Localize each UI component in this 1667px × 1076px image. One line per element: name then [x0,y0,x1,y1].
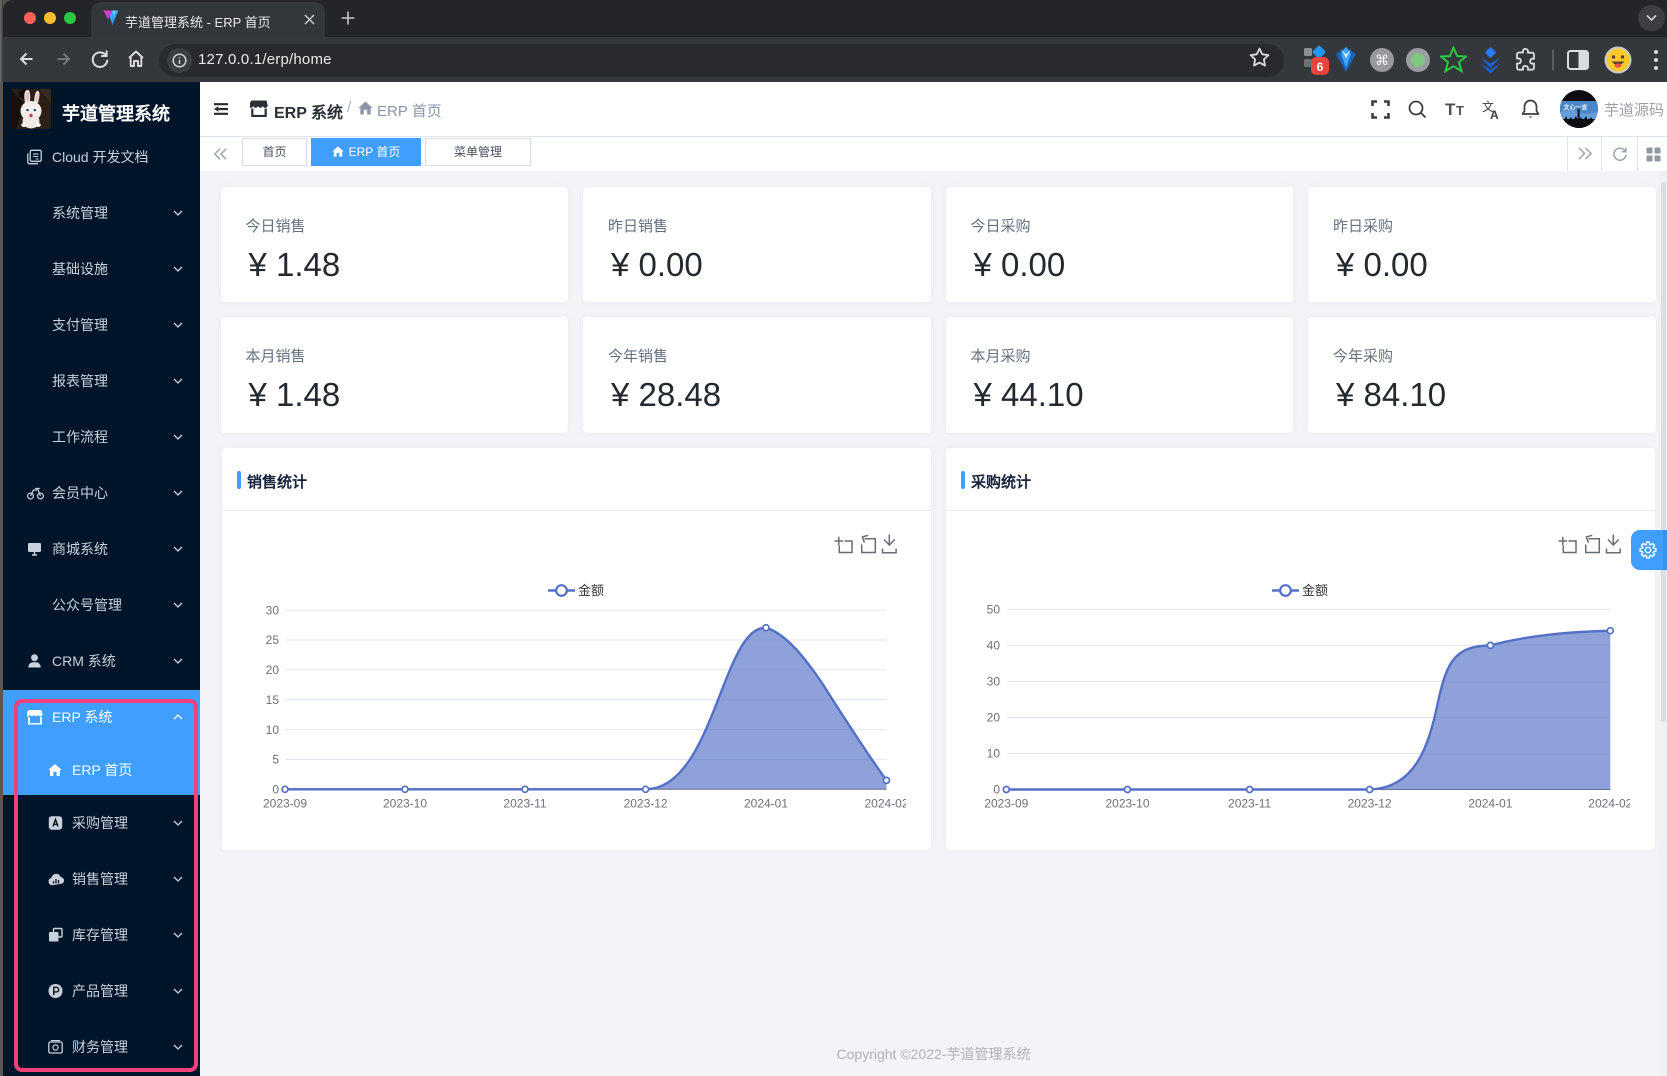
svg-text:2023-09: 2023-09 [263,797,307,811]
svg-text:2023-12: 2023-12 [1348,797,1392,811]
svg-text:6: 6 [1317,60,1324,74]
svg-text:金额: 金额 [578,583,604,598]
svg-text:T: T [1445,101,1456,118]
svg-text:0: 0 [272,783,279,797]
svg-text:30: 30 [987,675,1001,689]
svg-text:30: 30 [266,603,280,617]
svg-text:40: 40 [987,639,1001,653]
svg-text:文心一言: 文心一言 [1563,104,1588,112]
svg-text:2024-02: 2024-02 [1588,797,1630,811]
svg-text:2023-11: 2023-11 [503,797,546,811]
svg-text:10: 10 [266,723,280,737]
svg-text:T: T [1456,103,1464,118]
svg-text:20: 20 [266,663,280,677]
svg-text:2024-01: 2024-01 [744,797,788,811]
svg-text:金额: 金额 [1302,583,1328,598]
svg-text:25: 25 [266,633,280,647]
svg-text:2023-10: 2023-10 [1105,797,1149,811]
svg-text:2024-01: 2024-01 [1468,797,1512,811]
svg-text:2024-02: 2024-02 [864,797,906,811]
svg-text:2023-09: 2023-09 [984,797,1028,811]
svg-text:2023-12: 2023-12 [624,797,668,811]
svg-text:50: 50 [987,603,1001,617]
svg-text:⌘: ⌘ [1375,52,1389,68]
svg-text:15: 15 [266,693,280,707]
svg-text:2023-10: 2023-10 [383,797,427,811]
svg-text:10: 10 [987,747,1001,761]
svg-text:20: 20 [987,711,1001,725]
svg-text:5: 5 [272,753,279,767]
svg-text:0: 0 [993,783,1000,797]
svg-text:A: A [1490,108,1499,120]
svg-text:2023-11: 2023-11 [1228,797,1271,811]
